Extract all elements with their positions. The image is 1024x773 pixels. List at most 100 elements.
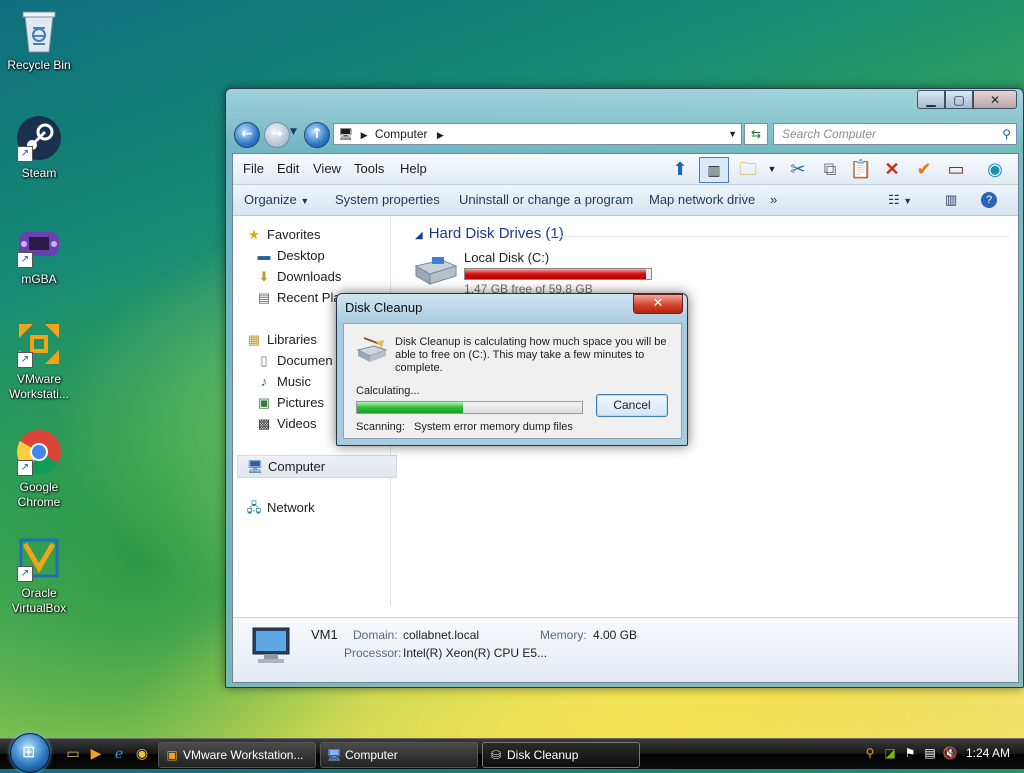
calculating-status: Calculating... [356,385,420,397]
view-pane-icon[interactable]: ▥ [699,157,729,183]
taskbar-item-computer[interactable]: 🖥 Computer [320,742,478,768]
search-tray-icon[interactable]: ⚲ [862,744,878,762]
music-icon: ♪ [260,374,268,389]
menu-file[interactable]: File [243,161,264,176]
desktop-icon-recycle-bin[interactable]: Recycle Bin [6,6,72,73]
volume-muted-icon[interactable]: 🔇 [942,744,958,762]
menu-tools[interactable]: Tools [354,161,384,176]
nav-label: Favorites [267,227,321,242]
show-desktop-icon[interactable]: ▭ [64,745,82,763]
shortcut-arrow-icon: ↗ [17,566,33,582]
organize-button[interactable]: Organize ▼ [244,192,309,207]
search-input[interactable]: Search Computer ⚲ [773,123,1017,145]
vmware-icon: ▣ [166,748,178,762]
refresh-button[interactable]: ⇆ [744,123,768,145]
address-dropdown-icon[interactable]: ▼ [728,124,737,144]
desktop-icon-label: mGBA [21,272,57,286]
desktop-icon-virtualbox[interactable]: ↗ Oracle VirtualBox [6,534,72,616]
nav-network[interactable]: 🖧 Network [245,497,402,518]
computer-large-icon [249,626,295,666]
delete-icon[interactable]: ✕ [880,157,904,181]
recycle-bin-icon [15,6,63,54]
change-view-icon[interactable]: ☷ ▼ [888,192,912,208]
taskbar-item-vmware[interactable]: ▣ VMware Workstation... [158,742,316,768]
disk-cleanup-dialog: Disk Cleanup ✕ Disk Cleanup is calculati… [336,293,688,446]
menu-help[interactable]: Help [400,161,427,176]
taskbar-item-label: Disk Cleanup [507,748,579,762]
search-icon[interactable]: ⚲ [1002,124,1011,144]
menu-bar: File Edit View Tools Help ⬆ ▥ 🗀 ▼ ✂ ⧉ 📋 … [233,154,1018,185]
nav-computer[interactable]: 🖥 Computer [237,455,397,478]
back-button[interactable]: ← [234,122,260,148]
nav-label: Computer [268,459,326,474]
uninstall-program-button[interactable]: Uninstall or change a program [459,192,633,207]
desktop-icon-vmware[interactable]: ↗ VMware Workstati... [6,320,72,402]
desktop-icon: ▬ [257,248,271,263]
menu-view[interactable]: View [313,161,341,176]
menu-edit[interactable]: Edit [277,161,299,176]
taskbar-item-disk-cleanup[interactable]: ⛁ Disk Cleanup [482,742,640,768]
desktop-icon-mgba[interactable]: ↗ mGBA [6,220,72,287]
action-center-flag-icon[interactable]: ⚑ [902,744,918,762]
system-tray: ⚲ ◪ ⚑ ▤ 🔇 1:24 AM [858,742,1024,766]
disk-cleanup-icon [356,336,388,364]
disk-name: Local Disk (C:) [464,250,550,265]
dialog-close-button[interactable]: ✕ [633,294,683,314]
cancel-button[interactable]: Cancel [596,394,668,417]
desktop-icon-label: Steam [21,166,57,180]
nvidia-icon[interactable]: ◪ [882,744,898,762]
media-player-icon[interactable]: ▶ [87,745,105,763]
nav-label: Network [267,500,315,515]
start-button[interactable]: ⊞ [10,733,50,773]
properties-icon[interactable]: ▭ [944,157,968,181]
desktop-icon-steam[interactable]: ↗ Steam [6,114,72,181]
address-bar[interactable]: 🖥 ▶ Computer ▶ ▼ [333,123,742,145]
cut-icon[interactable]: ✂ [786,157,810,181]
domain-value: collabnet.local [403,628,480,642]
system-properties-button[interactable]: System properties [335,192,440,207]
network-tray-icon[interactable]: ▤ [922,744,938,762]
organize-label: Organize [244,192,297,207]
breadcrumb-chevron-icon: ▶ [360,130,368,140]
group-header-label: Hard Disk Drives (1) [428,225,564,242]
copy-icon[interactable]: ⧉ [818,157,842,181]
nav-desktop[interactable]: ▬ Desktop [255,245,412,266]
computer-icon: 🖥 [246,459,264,474]
virtualbox-icon: ↗ [15,534,63,582]
forward-button[interactable]: → [264,122,290,148]
help-icon[interactable]: ? [981,192,997,208]
computer-name: VM1 [311,627,338,642]
up-folder-icon[interactable]: ⬆ [668,157,692,181]
shortcut-arrow-icon: ↗ [17,146,33,162]
folder-options-icon[interactable]: 🗀 [736,157,760,181]
maximize-button[interactable]: ▢ [945,90,973,109]
globe-icon[interactable]: ◉ [983,157,1007,181]
nav-downloads[interactable]: ⬇ Downloads [255,266,412,287]
progress-bar [356,401,583,414]
nav-favorites[interactable]: ★ Favorites [245,224,402,245]
preview-pane-icon[interactable]: ▥ [945,192,957,208]
minimize-button[interactable]: ▁ [917,90,945,109]
computer-icon: 🖥 [338,127,354,141]
paste-icon[interactable]: 📋 [849,157,873,181]
details-pane: VM1 Domain: collabnet.local Memory: 4.00… [233,617,1018,682]
network-icon: 🖧 [246,500,262,515]
memory-value: 4.00 GB [593,628,638,642]
internet-explorer-icon[interactable]: ℯ [110,745,128,763]
check-icon[interactable]: ✔ [912,157,936,181]
desktop-icon-google-chrome[interactable]: ↗ Google Chrome [6,428,72,510]
videos-icon: ▩ [257,416,271,431]
clock[interactable]: 1:24 AM [966,746,1010,760]
more-commands-button[interactable]: » [770,192,777,207]
breadcrumb-computer[interactable]: Computer [375,127,428,141]
close-button[interactable]: ✕ [973,90,1017,109]
address-row: ← → ▼ ↑ 🖥 ▶ Computer ▶ ▼ ⇆ Search Comput… [234,121,1017,148]
chrome-quicklaunch-icon[interactable]: ◉ [133,745,151,763]
up-button[interactable]: ↑ [304,122,330,148]
search-placeholder: Search Computer [782,127,877,141]
dropdown-arrow-icon[interactable]: ▼ [760,157,784,181]
group-header[interactable]: ◢ Hard Disk Drives (1) [415,225,564,242]
dialog-body: Disk Cleanup is calculating how much spa… [343,323,682,439]
map-network-drive-button[interactable]: Map network drive [649,192,755,207]
history-dropdown-icon[interactable]: ▼ [290,127,297,137]
